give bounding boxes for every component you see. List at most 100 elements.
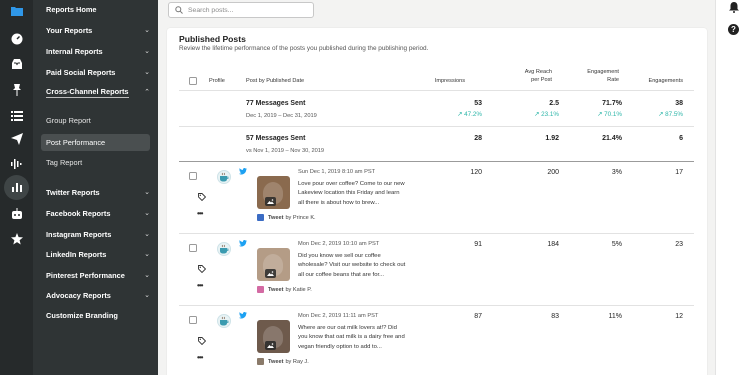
nav-item-label: Post Performance bbox=[46, 138, 106, 147]
post-author: Prince K. bbox=[292, 214, 316, 221]
tag-icon[interactable] bbox=[198, 337, 206, 345]
avatar bbox=[217, 314, 231, 328]
summary-current-engagements: 38 bbox=[675, 100, 683, 107]
folder-icon[interactable] bbox=[9, 3, 24, 18]
nav-post-performance[interactable]: Post Performance bbox=[41, 134, 150, 151]
post-by-word: by bbox=[285, 358, 292, 365]
post-thumbnail[interactable] bbox=[257, 176, 290, 209]
post-reach: 83 bbox=[551, 313, 559, 320]
post-text[interactable]: Where are our oat milk lovers at!? Did y… bbox=[298, 324, 406, 352]
summary-previous-reach: 1.92 bbox=[545, 135, 559, 142]
nav-paid-social-reports[interactable]: Paid Social Reports ⌄ bbox=[46, 65, 150, 79]
header-post-by-date[interactable]: Post by Published Date bbox=[246, 77, 304, 85]
nav-facebook-reports[interactable]: Facebook Reports ⌄ bbox=[46, 206, 150, 220]
summary-current-title: 77 Messages Sent bbox=[246, 100, 306, 107]
summary-delta-impressions: ↗ 47.2% bbox=[457, 111, 482, 118]
header-engagements[interactable]: Engagements bbox=[627, 77, 683, 85]
post-engagement-rate: 5% bbox=[611, 241, 622, 248]
help-icon[interactable]: ? bbox=[728, 24, 739, 35]
post-reach: 184 bbox=[547, 241, 559, 248]
post-engagements: 12 bbox=[675, 313, 683, 320]
post-date: Mon Dec 2, 2019 10:10 am PST bbox=[298, 241, 380, 247]
pin-icon[interactable] bbox=[9, 82, 24, 97]
image-icon bbox=[265, 197, 276, 206]
summary-current-rate: 71.7% bbox=[602, 100, 622, 107]
nav-item-label: Advocacy Reports bbox=[46, 290, 111, 300]
help-glyph: ? bbox=[731, 25, 736, 34]
avatar bbox=[217, 170, 231, 184]
chevron-down-icon: ⌄ bbox=[144, 27, 150, 34]
reports-icon[interactable] bbox=[9, 180, 24, 195]
post-text[interactable]: Love pour over coffee? Come to our new L… bbox=[298, 180, 406, 208]
search-input[interactable]: Search posts... bbox=[168, 2, 314, 18]
summary-delta-engagements: ↗ 87.5% bbox=[658, 111, 683, 118]
header-impressions[interactable]: Impressions bbox=[405, 77, 465, 85]
header-engagement-rate-line1: Engagement bbox=[587, 69, 619, 75]
send-icon[interactable] bbox=[9, 131, 24, 146]
nav-tag-report[interactable]: Tag Report bbox=[46, 158, 82, 167]
nav-cross-channel-reports[interactable]: Cross-Channel Reports ⌃ bbox=[46, 85, 150, 99]
twitter-icon bbox=[239, 240, 247, 247]
twitter-icon bbox=[239, 168, 247, 175]
chevron-down-icon: ⌄ bbox=[144, 292, 150, 299]
summary-previous-rate: 21.4% bbox=[602, 135, 622, 142]
select-all-checkbox[interactable] bbox=[189, 77, 197, 85]
author-avatar bbox=[257, 214, 264, 221]
row-divider bbox=[179, 305, 694, 306]
waveform-icon[interactable] bbox=[9, 156, 24, 171]
post-type: Tweet bbox=[268, 358, 284, 365]
nav-advocacy-reports[interactable]: Advocacy Reports ⌄ bbox=[46, 288, 150, 302]
row-checkbox[interactable] bbox=[189, 316, 197, 324]
nav-internal-reports[interactable]: Internal Reports ⌄ bbox=[46, 44, 150, 58]
tag-icon[interactable] bbox=[198, 265, 206, 273]
nav-pinterest-performance[interactable]: Pinterest Performance ⌄ bbox=[46, 268, 150, 282]
post-author: Katie P. bbox=[292, 286, 312, 293]
summary-current-reach: 2.5 bbox=[549, 100, 559, 107]
nav-item-label: Paid Social Reports bbox=[46, 67, 116, 77]
star-icon[interactable] bbox=[9, 231, 24, 246]
header-profile[interactable]: Profile bbox=[209, 77, 225, 85]
summary-delta-reach: ↗ 23.1% bbox=[534, 111, 559, 118]
post-date: Mon Dec 2, 2019 11:11 am PST bbox=[298, 313, 379, 319]
header-engagement-rate-line2: Rate bbox=[607, 77, 619, 83]
post-engagement-rate: 11% bbox=[608, 313, 623, 320]
nav-instagram-reports[interactable]: Instagram Reports ⌄ bbox=[46, 227, 150, 241]
post-type: Tweet bbox=[268, 214, 284, 221]
row-checkbox[interactable] bbox=[189, 172, 197, 180]
bell-icon[interactable] bbox=[729, 0, 739, 18]
post-attribution: Tweet by Ray J. bbox=[257, 358, 309, 365]
twitter-icon bbox=[239, 312, 247, 319]
nav-twitter-reports[interactable]: Twitter Reports ⌄ bbox=[46, 185, 150, 199]
more-options-icon[interactable]: ••• bbox=[197, 209, 203, 218]
nav-your-reports[interactable]: Your Reports ⌄ bbox=[46, 23, 150, 37]
more-options-icon[interactable]: ••• bbox=[197, 353, 203, 362]
avatar bbox=[217, 242, 231, 256]
published-posts-card: Published Posts Review the lifetime perf… bbox=[167, 28, 707, 375]
bot-icon[interactable] bbox=[9, 206, 24, 221]
summary-bottom-divider bbox=[179, 161, 694, 162]
post-engagement-rate: 3% bbox=[611, 169, 622, 176]
nav-item-label: Instagram Reports bbox=[46, 229, 112, 239]
chevron-down-icon: ⌄ bbox=[144, 251, 150, 258]
header-avg-reach[interactable]: Avg Reach per Post bbox=[495, 68, 552, 84]
inbox-icon[interactable] bbox=[9, 56, 24, 71]
nav-linkedin-reports[interactable]: LinkedIn Reports ⌄ bbox=[46, 247, 150, 261]
tag-icon[interactable] bbox=[198, 193, 206, 201]
card-subtitle: Review the lifetime performance of the p… bbox=[179, 45, 429, 52]
nav-group-report[interactable]: Group Report bbox=[46, 116, 91, 125]
list-icon[interactable] bbox=[9, 108, 24, 123]
post-thumbnail[interactable] bbox=[257, 248, 290, 281]
post-impressions: 120 bbox=[470, 169, 482, 176]
post-text[interactable]: Did you know we sell our coffee wholesal… bbox=[298, 252, 406, 280]
nav-customize-branding[interactable]: Customize Branding bbox=[46, 308, 150, 322]
header-engagement-rate[interactable]: Engagement Rate bbox=[562, 68, 619, 84]
chevron-down-icon: ⌄ bbox=[144, 231, 150, 238]
nav-reports-home[interactable]: Reports Home bbox=[46, 2, 150, 16]
gauge-icon[interactable] bbox=[9, 31, 24, 46]
image-icon bbox=[265, 341, 276, 350]
search-icon bbox=[175, 6, 183, 14]
row-checkbox[interactable] bbox=[189, 244, 197, 252]
more-options-icon[interactable]: ••• bbox=[197, 281, 203, 290]
post-thumbnail[interactable] bbox=[257, 320, 290, 353]
image-icon bbox=[265, 269, 276, 278]
